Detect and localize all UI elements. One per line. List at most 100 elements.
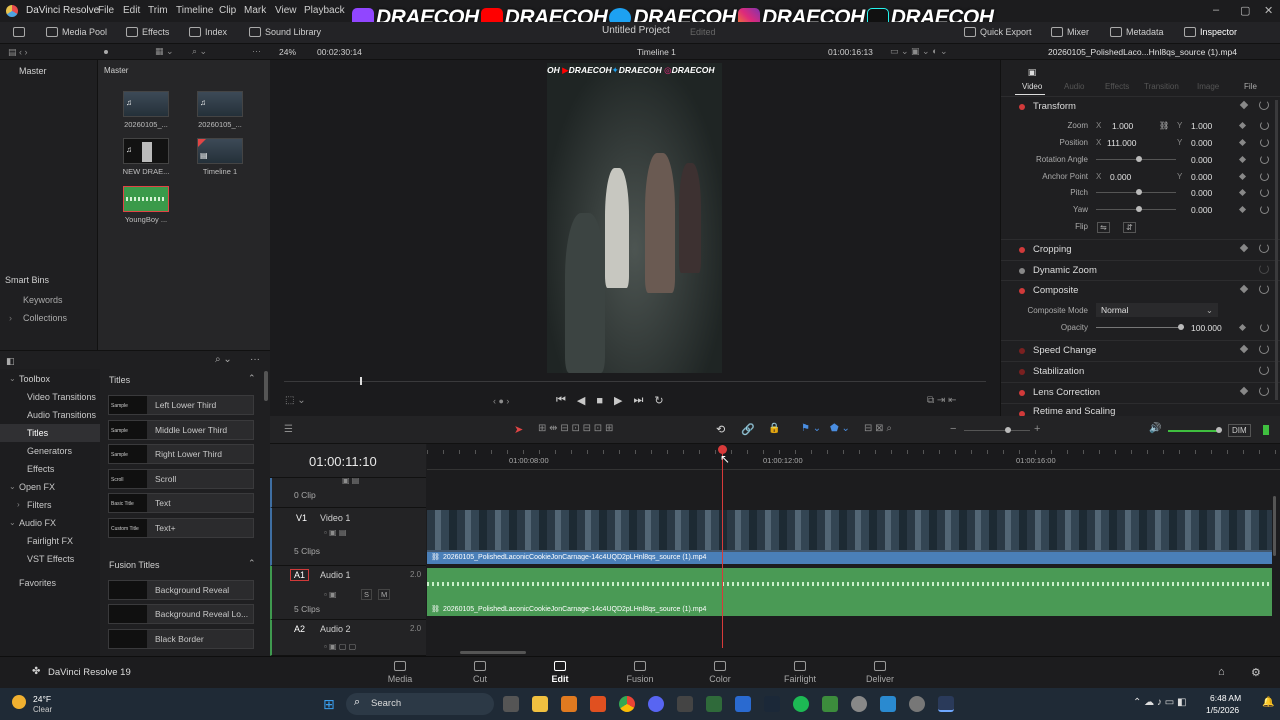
opacity-slider[interactable] — [1096, 324, 1184, 330]
timeline-zoom-slider[interactable] — [964, 427, 1030, 433]
skip-end-icon[interactable]: ⏭ — [634, 394, 644, 407]
reset-icon[interactable] — [1259, 243, 1269, 253]
stop-icon[interactable]: ■ — [596, 395, 603, 407]
title-item[interactable]: Basic Title Text — [108, 493, 254, 513]
media-clip[interactable]: ♫ NEW DRAE... — [118, 138, 174, 176]
reset-icon[interactable] — [1259, 284, 1269, 294]
menu-timeline[interactable]: Timeline — [176, 5, 213, 16]
volume-slider[interactable] — [1168, 427, 1222, 433]
reset-icon[interactable] — [1259, 100, 1269, 110]
title-item[interactable]: Sample Middle Lower Third — [108, 420, 254, 440]
timeline-ruler[interactable]: 01:00:08:00 01:00:12:00 01:00:16:00 — [427, 444, 1280, 470]
keyframe-icon[interactable] — [1239, 100, 1249, 110]
effects-button[interactable]: Effects — [126, 27, 169, 37]
keyframe-icon[interactable] — [1239, 284, 1249, 294]
snapping-icon[interactable]: ⟲ — [716, 423, 725, 436]
menu-playback[interactable]: Playback — [304, 5, 345, 16]
app-icon[interactable] — [880, 696, 896, 712]
keywords-bin[interactable]: Keywords — [23, 295, 63, 305]
viewer-mode-icon[interactable]: ⬚ ⌄ — [285, 395, 306, 406]
page-edit[interactable]: Edit — [530, 661, 590, 690]
collapse-icon[interactable]: ⌃ — [248, 558, 256, 569]
anchor-x-field[interactable]: 0.000 — [1110, 172, 1131, 182]
viewer-scrubber[interactable] — [284, 377, 986, 385]
chrome-icon[interactable] — [619, 696, 635, 712]
app-icon[interactable] — [822, 696, 838, 712]
audio-clip[interactable]: ⛓ 20260105_PolishedLaconicCookieJonCarnag… — [427, 568, 1272, 616]
lock-icon[interactable]: 🔒 — [768, 423, 780, 434]
tree-vst-effects[interactable]: VST Effects — [27, 554, 74, 564]
retime-section[interactable]: Retime and Scaling — [1001, 403, 1280, 416]
track-toggle-icon[interactable]: ▣ ▤ — [342, 476, 359, 485]
play-icon[interactable]: ▶ — [614, 394, 622, 407]
open-fx-chevron-icon[interactable]: ⌄ — [9, 482, 16, 491]
menu-view[interactable]: View — [275, 5, 297, 16]
media-clip[interactable]: ♫ 20260105_... — [192, 91, 248, 129]
track-header-a1[interactable]: A1 Audio 1 2.0 ▫ ▣ S M 5 Clips — [270, 566, 426, 620]
link-icon[interactable]: 🔗 — [741, 423, 755, 436]
fusion-title-item[interactable]: Black Border — [108, 629, 254, 649]
timeline-hscrollbar[interactable] — [460, 651, 526, 654]
lens-correction-section[interactable]: Lens Correction — [1001, 382, 1280, 402]
video-clip[interactable]: ⛓ 20260105_PolishedLaconicCookieJonCarnag… — [427, 510, 1272, 564]
track-header-v1[interactable]: V1 Video 1 ▫ ▣ ▤ 5 Clips — [270, 508, 426, 566]
media-clip[interactable]: ▤ Timeline 1 — [192, 138, 248, 176]
discord-icon[interactable] — [648, 696, 664, 712]
tree-effects[interactable]: Effects — [27, 464, 54, 474]
keyframe-icon[interactable] — [1238, 205, 1247, 214]
title-item[interactable]: Sample Right Lower Third — [108, 444, 254, 464]
fusion-title-item[interactable]: Background Reveal — [108, 580, 254, 600]
close-icon[interactable]: ✕ — [1264, 4, 1273, 17]
tree-open-fx[interactable]: Open FX — [19, 482, 55, 492]
bin-slider-icon[interactable] — [104, 50, 108, 54]
brave-icon[interactable] — [561, 696, 577, 712]
tray-icons[interactable]: ⌃ ☁ ♪ ▭ ◧ — [1133, 697, 1186, 708]
taskbar-search[interactable]: ⌕ Search — [346, 693, 494, 715]
metadata-button[interactable]: Metadata — [1110, 27, 1164, 37]
enable-toggle-icon[interactable] — [1019, 268, 1025, 274]
master-bin[interactable]: Master — [19, 66, 47, 76]
page-fusion[interactable]: Fusion — [610, 661, 670, 684]
app-icon[interactable] — [677, 696, 693, 712]
transform-section[interactable]: Transform — [1001, 96, 1280, 116]
menu-trim[interactable]: Trim — [148, 5, 168, 16]
tree-titles[interactable]: Titles — [27, 428, 48, 438]
yaw-slider[interactable] — [1096, 206, 1176, 212]
collections-bin[interactable]: Collections — [23, 313, 67, 323]
pitch-slider[interactable] — [1096, 189, 1176, 195]
reset-icon[interactable] — [1260, 188, 1269, 197]
obs-icon[interactable] — [909, 696, 925, 712]
volume-icon[interactable]: 🔊 — [1149, 423, 1161, 434]
keyframe-icon[interactable] — [1238, 188, 1247, 197]
video-tab-icon[interactable]: ▣ — [1023, 67, 1041, 78]
stabilization-section[interactable]: Stabilization — [1001, 361, 1280, 381]
app-icon[interactable] — [735, 696, 751, 712]
fusion-title-item[interactable]: Background Reveal Lo... — [108, 604, 254, 624]
menu-mark[interactable]: Mark — [244, 5, 266, 16]
effects-scrollbar[interactable] — [264, 371, 268, 401]
track-lock-icon[interactable]: ▫ ▣ ▤ — [324, 528, 346, 537]
loop-icon[interactable]: ↻ — [654, 394, 663, 407]
opacity-field[interactable]: 100.000 — [1191, 323, 1222, 333]
page-fairlight[interactable]: Fairlight — [770, 661, 830, 684]
zoom-tools-icons[interactable]: ⊟ ⊠ ⌕ — [864, 423, 892, 434]
enable-toggle-icon[interactable] — [1019, 104, 1025, 110]
marker-icon[interactable]: ⬟ ⌄ — [830, 423, 850, 434]
composite-section[interactable]: Composite — [1001, 280, 1280, 300]
track-header-a2[interactable]: A2 Audio 2 2.0 ▫ ▣ ▢ ▢ — [270, 620, 426, 656]
enable-toggle-icon[interactable] — [1019, 288, 1025, 294]
flag-icon[interactable]: ⚑ ⌄ — [801, 423, 821, 434]
track-name[interactable]: Video 1 — [320, 513, 350, 523]
inspector-scrollbar[interactable] — [1275, 100, 1278, 400]
reset-icon[interactable] — [1259, 264, 1269, 274]
file-explorer-icon[interactable] — [532, 696, 548, 712]
viewer-zoom[interactable]: 24% — [279, 47, 296, 57]
panel-toggle-icon[interactable]: ◧ — [6, 356, 15, 367]
tab-audio[interactable]: Audio — [1064, 82, 1084, 91]
zoom-out-icon[interactable]: − — [950, 423, 956, 435]
menu-file[interactable]: File — [98, 5, 114, 16]
app-icon[interactable] — [590, 696, 606, 712]
reset-icon[interactable] — [1260, 155, 1269, 164]
tree-audio-fx[interactable]: Audio FX — [19, 518, 56, 528]
tree-generators[interactable]: Generators — [27, 446, 72, 456]
